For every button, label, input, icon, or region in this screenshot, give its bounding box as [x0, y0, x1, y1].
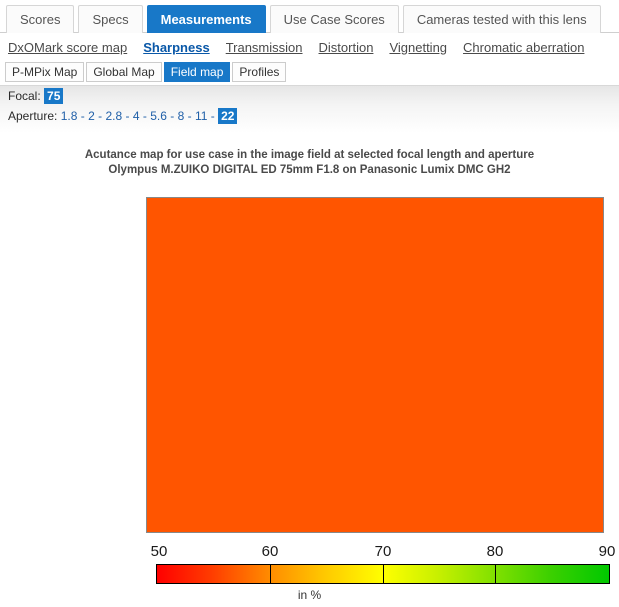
tab-profiles[interactable]: Profiles: [232, 62, 287, 82]
tab-measurements[interactable]: Measurements: [146, 5, 266, 33]
aperture-separator: -: [125, 109, 130, 123]
aperture-separator: -: [142, 109, 147, 123]
focal-row: Focal: 75: [0, 86, 619, 106]
tab-use-case-scores[interactable]: Use Case Scores: [269, 5, 399, 33]
nav-distortion[interactable]: Distortion: [319, 40, 374, 55]
focal-label: Focal:: [8, 89, 41, 103]
colorbar-tick-60: 60: [261, 543, 279, 560]
view-tab-bar: P-MPix Map Global Map Field map Profiles: [0, 62, 619, 84]
aperture-value-4[interactable]: 4: [133, 109, 140, 123]
colorbar-divider-70: [383, 564, 384, 584]
tab-specs[interactable]: Specs: [78, 5, 143, 33]
aperture-separator: -: [187, 109, 192, 123]
aperture-value-5-6[interactable]: 5.6: [150, 109, 167, 123]
primary-tab-list: Scores Specs Measurements Use Case Score…: [0, 0, 619, 33]
tab-global-map[interactable]: Global Map: [86, 62, 162, 82]
aperture-label: Aperture:: [8, 109, 58, 123]
aperture-value-22[interactable]: 22: [218, 108, 238, 124]
aperture-value-8[interactable]: 8: [178, 109, 185, 123]
chart-subtitle: Olympus M.ZUIKO DIGITAL ED 75mm F1.8 on …: [108, 164, 511, 176]
aperture-row: Aperture: 1.8 - 2 - 2.8 - 4 - 5.6 - 8 - …: [0, 106, 619, 126]
aperture-value-2[interactable]: 2: [88, 109, 95, 123]
nav-transmission[interactable]: Transmission: [226, 40, 303, 55]
colorbar-divider-60: [270, 564, 271, 584]
aperture-separator: -: [98, 109, 103, 123]
secondary-nav-bar: DxOMark score map Sharpness Transmission…: [0, 34, 619, 60]
colorbar-tick-90: 90: [598, 543, 616, 560]
colorbar-tick-70: 70: [374, 543, 392, 560]
aperture-separator: -: [170, 109, 175, 123]
tab-p-mpix-map[interactable]: P-MPix Map: [5, 62, 85, 82]
aperture-value-1-8[interactable]: 1.8: [61, 109, 78, 123]
aperture-separator: -: [210, 109, 215, 123]
aperture-separator: -: [80, 109, 85, 123]
colorbar-tick-50: 50: [150, 543, 168, 560]
chart-title-block: Acutance map for use case in the image f…: [0, 148, 619, 178]
focal-value-75[interactable]: 75: [44, 88, 64, 104]
colorbar-unit-label: in %: [297, 588, 322, 602]
nav-sharpness[interactable]: Sharpness: [143, 40, 209, 55]
colorbar-tick-80: 80: [486, 543, 504, 560]
aperture-value-2-8[interactable]: 2.8: [105, 109, 122, 123]
colorbar-legend: 50 60 70 80 90 in %: [0, 543, 619, 607]
nav-vignetting[interactable]: Vignetting: [389, 40, 447, 55]
chart-title: Acutance map for use case in the image f…: [84, 149, 535, 161]
tab-cameras-tested-with-this-lens[interactable]: Cameras tested with this lens: [402, 5, 601, 33]
colorbar-tick-labels: 50 60 70 80 90: [0, 543, 619, 563]
parameter-panel: Focal: 75 Aperture: 1.8 - 2 - 2.8 - 4 - …: [0, 85, 619, 133]
primary-tab-bar: Scores Specs Measurements Use Case Score…: [0, 0, 619, 33]
nav-chromatic-aberration[interactable]: Chromatic aberration: [463, 40, 584, 55]
tab-field-map[interactable]: Field map: [163, 62, 231, 82]
nav-dxomark-score-map[interactable]: DxOMark score map: [8, 40, 127, 55]
acutance-field-map[interactable]: [146, 197, 604, 533]
colorbar-divider-80: [495, 564, 496, 584]
tab-scores[interactable]: Scores: [6, 5, 75, 33]
aperture-value-11[interactable]: 11: [195, 109, 207, 123]
